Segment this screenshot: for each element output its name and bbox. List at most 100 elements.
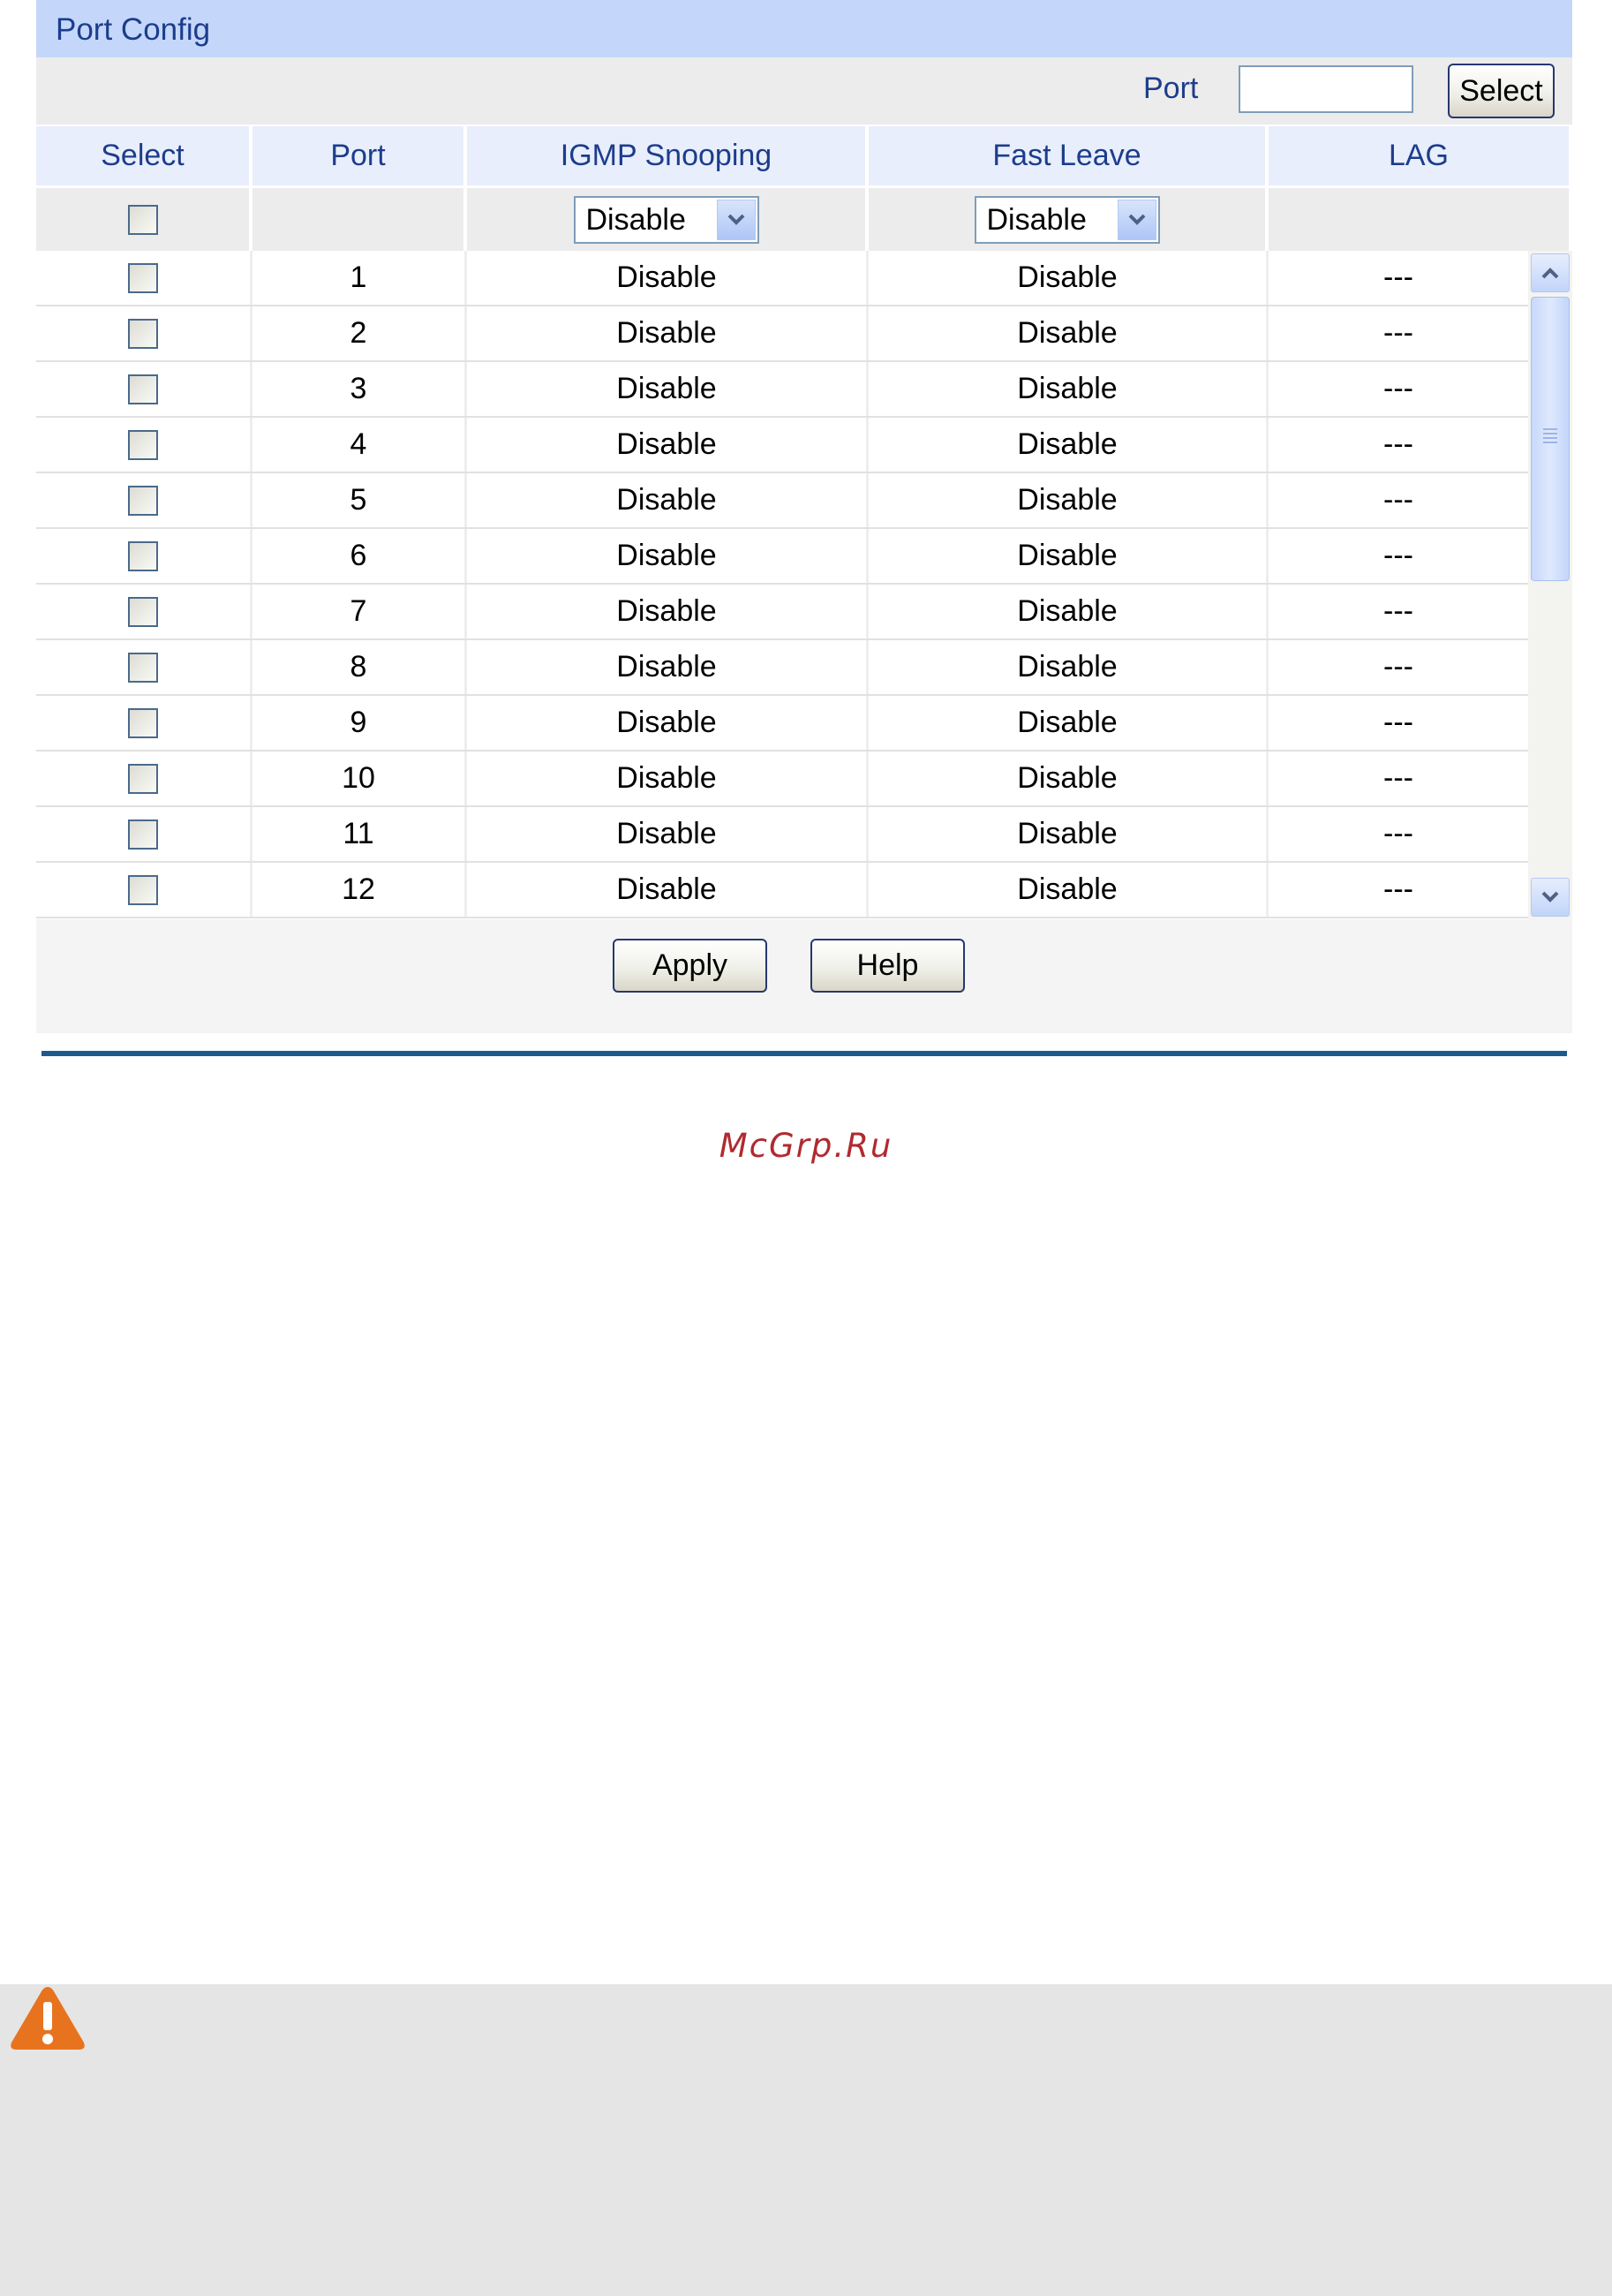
fast-leave-status: Disable — [869, 640, 1269, 694]
port-number: 7 — [252, 585, 467, 638]
fast-leave-status: Disable — [869, 473, 1269, 527]
row-select-cell — [36, 751, 252, 805]
row-select-checkbox[interactable] — [128, 707, 158, 738]
watermark: McGrp.Ru — [719, 1127, 893, 1165]
column-header-port: Port — [252, 125, 467, 185]
table-row: 3 Disable Disable --- — [36, 362, 1528, 418]
column-header-lag: LAG — [1269, 125, 1572, 185]
igmp-snooping-status: Disable — [467, 640, 869, 694]
fast-leave-status: Disable — [869, 251, 1269, 305]
bulk-igmp-value: Disable — [585, 202, 686, 237]
fast-leave-status: Disable — [869, 529, 1269, 583]
lag-value: --- — [1383, 594, 1413, 628]
chevron-down-icon[interactable] — [1117, 199, 1156, 240]
igmp-snooping-status: Disable — [467, 362, 869, 416]
scroll-up-button[interactable] — [1531, 253, 1570, 292]
row-select-cell — [36, 473, 252, 527]
row-select-cell — [36, 807, 252, 861]
section-divider — [41, 1051, 1567, 1056]
fast-leave-status: Disable — [869, 585, 1269, 638]
lag-value: --- — [1383, 427, 1413, 461]
fast-leave-status: Disable — [869, 418, 1269, 472]
row-select-checkbox[interactable] — [128, 540, 158, 571]
table-row: 12 Disable Disable --- — [36, 863, 1528, 918]
bulk-igmp-cell: Disable — [467, 185, 869, 251]
lag-value: --- — [1383, 483, 1413, 517]
table-row: 5 Disable Disable --- — [36, 473, 1528, 529]
chevron-down-icon[interactable] — [716, 199, 756, 240]
igmp-snooping-status: Disable — [467, 529, 869, 583]
row-select-checkbox[interactable] — [128, 485, 158, 516]
row-select-cell — [36, 362, 252, 416]
column-header-fast-leave: Fast Leave — [869, 125, 1269, 185]
scroll-down-button[interactable] — [1531, 878, 1570, 917]
lag-value: --- — [1383, 706, 1413, 739]
chevron-down-icon — [1541, 891, 1559, 903]
row-select-cell — [36, 863, 252, 917]
row-select-cell — [36, 306, 252, 360]
bulk-fast-leave-select[interactable]: Disable — [974, 195, 1160, 244]
igmp-snooping-status: Disable — [467, 863, 869, 917]
port-number: 5 — [252, 473, 467, 527]
table-row: 10 Disable Disable --- — [36, 751, 1528, 807]
port-number: 8 — [252, 640, 467, 694]
fast-leave-status: Disable — [869, 696, 1269, 750]
row-select-checkbox[interactable] — [128, 374, 158, 404]
bulk-fast-leave-cell: Disable — [869, 185, 1269, 251]
bulk-lag-cell — [1269, 185, 1572, 251]
panel-title: Port Config — [36, 0, 1572, 57]
table-scrollbar[interactable] — [1528, 251, 1572, 919]
bulk-port-cell — [252, 185, 467, 251]
fast-leave-status: Disable — [869, 751, 1269, 805]
row-select-checkbox[interactable] — [128, 819, 158, 850]
fast-leave-status: Disable — [869, 362, 1269, 416]
row-select-checkbox[interactable] — [128, 763, 158, 794]
bulk-igmp-snooping-select[interactable]: Disable — [573, 195, 759, 244]
port-select-button[interactable]: Select — [1448, 64, 1555, 118]
row-select-checkbox[interactable] — [128, 318, 158, 349]
port-number: 10 — [252, 751, 467, 805]
igmp-snooping-status: Disable — [467, 696, 869, 750]
table-header: Select Port IGMP Snooping Fast Leave LAG — [36, 125, 1572, 185]
row-select-cell — [36, 640, 252, 694]
fast-leave-status: Disable — [869, 807, 1269, 861]
row-select-checkbox[interactable] — [128, 874, 158, 905]
row-select-cell — [36, 696, 252, 750]
row-select-cell — [36, 585, 252, 638]
port-search-bar: Port Select — [36, 57, 1572, 125]
apply-button[interactable]: Apply — [613, 939, 767, 993]
port-number: 2 — [252, 306, 467, 360]
table-row: 4 Disable Disable --- — [36, 418, 1528, 473]
port-search-input[interactable] — [1239, 65, 1413, 113]
select-all-checkbox[interactable] — [127, 204, 158, 235]
table-row: 1 Disable Disable --- — [36, 251, 1528, 306]
row-select-checkbox[interactable] — [128, 652, 158, 683]
chevron-up-icon — [1541, 268, 1559, 279]
scroll-thumb[interactable] — [1531, 297, 1570, 581]
port-number: 4 — [252, 418, 467, 472]
igmp-snooping-status: Disable — [467, 807, 869, 861]
lag-value: --- — [1383, 872, 1413, 906]
port-number: 11 — [252, 807, 467, 861]
row-select-checkbox[interactable] — [128, 596, 158, 627]
igmp-snooping-status: Disable — [467, 585, 869, 638]
port-number: 3 — [252, 362, 467, 416]
row-select-checkbox[interactable] — [128, 429, 158, 460]
port-number: 9 — [252, 696, 467, 750]
row-select-cell — [36, 529, 252, 583]
igmp-snooping-status: Disable — [467, 751, 869, 805]
scroll-grip-icon — [1543, 428, 1557, 444]
note-panel — [0, 1984, 1612, 2296]
lag-value: --- — [1383, 761, 1413, 795]
port-table-body: 1 Disable Disable --- 2 Disable Disable --- 3 Dis… — [36, 251, 1572, 919]
fast-leave-status: Disable — [869, 863, 1269, 917]
row-select-checkbox[interactable] — [128, 262, 158, 293]
row-select-cell — [36, 418, 252, 472]
lag-value: --- — [1383, 539, 1413, 572]
igmp-snooping-status: Disable — [467, 473, 869, 527]
column-header-select: Select — [36, 125, 252, 185]
port-number: 6 — [252, 529, 467, 583]
fast-leave-status: Disable — [869, 306, 1269, 360]
help-button[interactable]: Help — [810, 939, 965, 993]
table-row: 8 Disable Disable --- — [36, 640, 1528, 696]
